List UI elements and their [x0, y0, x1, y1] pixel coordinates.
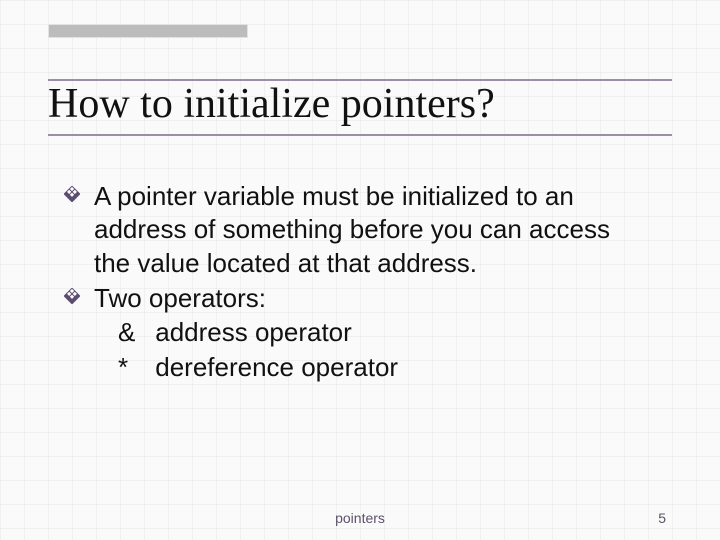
diamond-bullet-icon [64, 288, 80, 304]
operator-label: dereference operator [155, 352, 398, 382]
slide-footer: pointers 5 [0, 510, 720, 526]
title-top-border [48, 79, 672, 81]
title-shadow-decoration [48, 24, 248, 38]
slide: How to initialize pointers? A pointer va… [0, 0, 720, 540]
bullet-text: Two operators: [94, 283, 266, 313]
bullet-text: A pointer variable must be initialized t… [94, 181, 610, 278]
title-underline [48, 134, 672, 136]
operator-line: & address operator [118, 315, 652, 350]
slide-body: A pointer variable must be initialized t… [48, 180, 672, 385]
sub-lines: & address operator * dereference operato… [94, 315, 652, 385]
diamond-bullet-icon [64, 186, 80, 202]
operator-symbol: & [118, 315, 148, 350]
slide-title: How to initialize pointers? [48, 82, 672, 132]
bullet-item: Two operators: & address operator * dere… [94, 282, 652, 385]
operator-label: address operator [155, 317, 352, 347]
operator-symbol: * [118, 350, 148, 385]
page-number: 5 [658, 510, 666, 526]
title-block: How to initialize pointers? [48, 24, 672, 136]
bullet-item: A pointer variable must be initialized t… [94, 180, 652, 280]
footer-center-text: pointers [335, 510, 385, 526]
operator-line: * dereference operator [118, 350, 652, 385]
